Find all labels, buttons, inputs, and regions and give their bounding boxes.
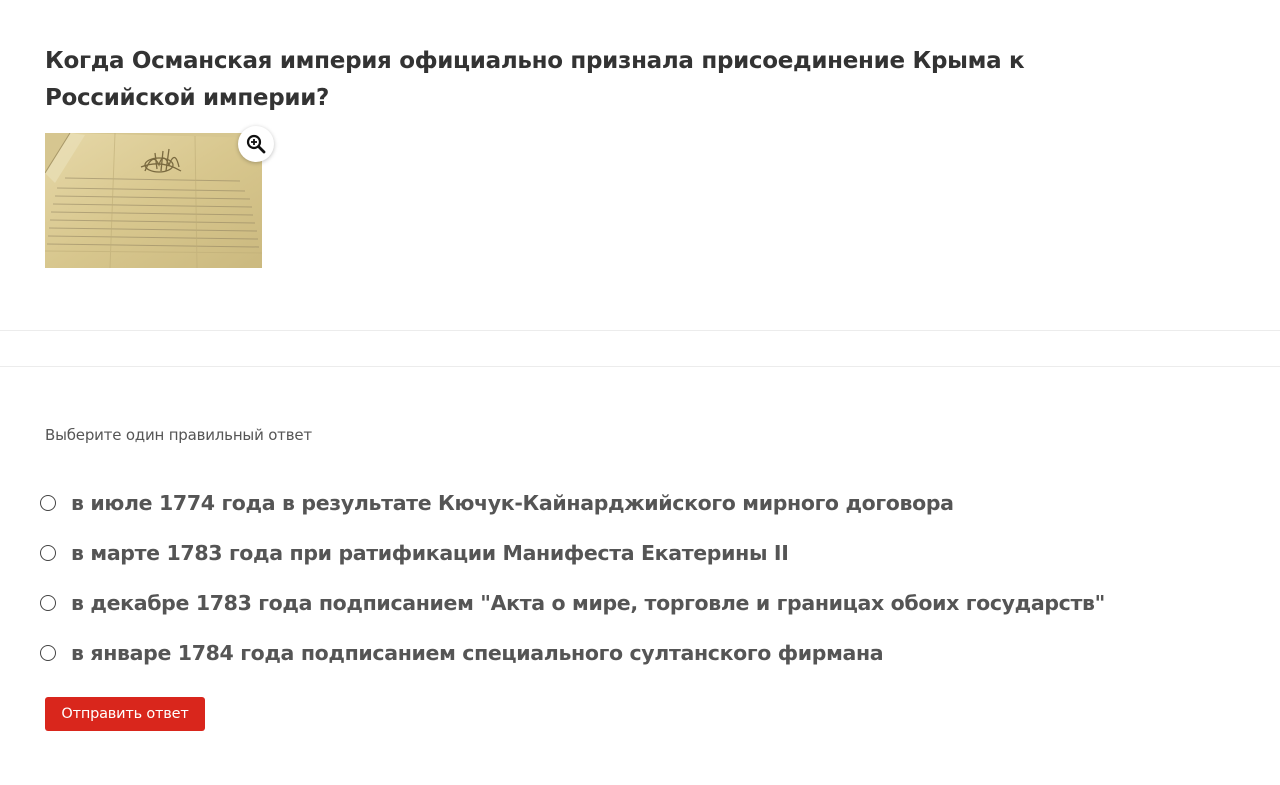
answer-options: в июле 1774 года в результате Кючук-Кайн… <box>40 478 1105 678</box>
answer-option[interactable]: в январе 1784 года подписанием специальн… <box>40 628 1105 678</box>
answer-option[interactable]: в июле 1774 года в результате Кючук-Кайн… <box>40 478 1105 528</box>
answer-option[interactable]: в марте 1783 года при ратификации Манифе… <box>40 528 1105 578</box>
section-divider <box>0 330 1280 331</box>
radio-button[interactable] <box>40 495 56 511</box>
question-title: Когда Османская империя официально призн… <box>45 48 1025 111</box>
answer-option-label: в январе 1784 года подписанием специальн… <box>71 641 884 665</box>
radio-button[interactable] <box>40 595 56 611</box>
answer-option-label: в декабре 1783 года подписанием "Акта о … <box>71 591 1105 615</box>
answer-instruction: Выберите один правильный ответ <box>45 426 312 444</box>
historical-document-image[interactable] <box>45 133 262 268</box>
zoom-button[interactable] <box>238 126 274 162</box>
submit-answer-button[interactable]: Отправить ответ <box>45 697 205 731</box>
section-divider <box>0 366 1280 367</box>
answer-option[interactable]: в декабре 1783 года подписанием "Акта о … <box>40 578 1105 628</box>
zoom-in-icon <box>246 134 266 154</box>
radio-button[interactable] <box>40 645 56 661</box>
answer-option-label: в марте 1783 года при ратификации Манифе… <box>71 541 789 565</box>
question-image-container <box>45 126 274 268</box>
radio-button[interactable] <box>40 545 56 561</box>
answer-option-label: в июле 1774 года в результате Кючук-Кайн… <box>71 491 954 515</box>
quiz-page: Когда Османская империя официально призн… <box>0 0 1280 785</box>
